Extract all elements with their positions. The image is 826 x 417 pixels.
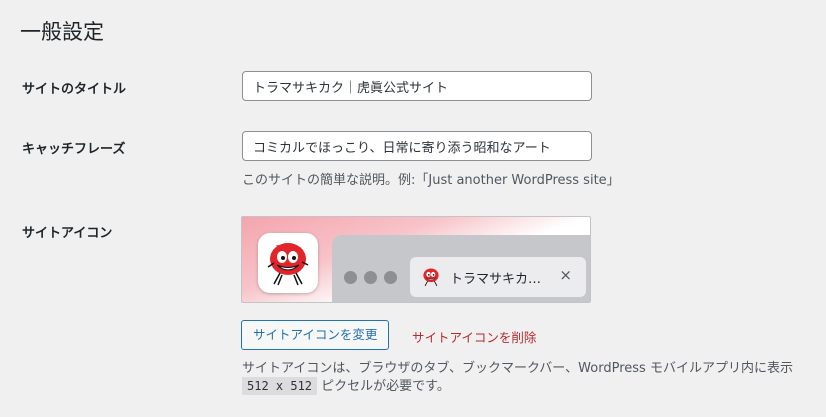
site-icon-label: サイトアイコン	[22, 226, 113, 241]
remove-site-icon-link[interactable]: サイトアイコンを削除	[412, 327, 536, 346]
window-dot-1	[344, 271, 357, 284]
tagline-input[interactable]	[242, 131, 592, 161]
size-description-suffix: ピクセルが必要です。	[317, 379, 450, 394]
app-icon-preview	[258, 233, 318, 293]
close-icon: ×	[559, 266, 572, 284]
window-dot-2	[364, 271, 377, 284]
site-title-input[interactable]	[242, 71, 592, 101]
tagline-description: このサイトの簡単な説明。例:「Just another WordPress si…	[242, 173, 620, 188]
tagline-label: キャッチフレーズ	[22, 142, 126, 157]
mascot-logo-icon	[267, 243, 309, 286]
change-site-icon-button[interactable]: サイトアイコンを変更	[241, 320, 390, 350]
mascot-favicon-icon	[423, 268, 439, 287]
browser-chrome-preview: トラマサキカ… ×	[332, 235, 590, 302]
browser-tab-preview: トラマサキカ… ×	[410, 257, 586, 297]
site-icon-description: サイトアイコンは、ブラウザのタブ、ブックマークバー、WordPress モバイル…	[242, 361, 793, 376]
site-icon-size-description: 512 x 512 ピクセルが必要です。	[242, 375, 450, 395]
site-title-label: サイトのタイトル	[22, 82, 127, 97]
size-code: 512 x 512	[242, 377, 318, 395]
window-dot-3	[384, 271, 397, 284]
browser-tab-title: トラマサキカ…	[450, 272, 542, 287]
site-icon-preview: トラマサキカ… ×	[241, 216, 591, 303]
page-title: 一般設定	[20, 20, 104, 44]
